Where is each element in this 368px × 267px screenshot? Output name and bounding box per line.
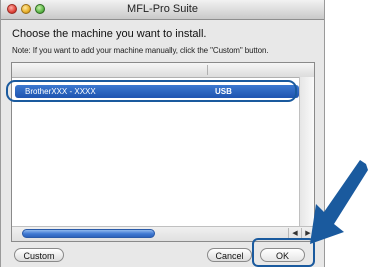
window-title: MFL-Pro Suite <box>127 3 198 15</box>
title-bar: MFL-Pro Suite <box>1 0 324 20</box>
list-column-header <box>12 63 314 78</box>
dialog-note: Note: If you want to add your machine ma… <box>12 46 269 55</box>
row-highlight-callout <box>6 80 297 102</box>
horizontal-scroll-thumb[interactable] <box>22 229 155 238</box>
installer-window: MFL-Pro Suite Choose the machine you wan… <box>0 0 325 267</box>
pointer-arrow-icon <box>310 160 368 244</box>
dialog-heading: Choose the machine you want to install. <box>12 28 207 40</box>
cancel-button[interactable]: Cancel <box>207 248 252 262</box>
column-divider <box>207 65 208 75</box>
custom-button[interactable]: Custom <box>14 248 64 262</box>
